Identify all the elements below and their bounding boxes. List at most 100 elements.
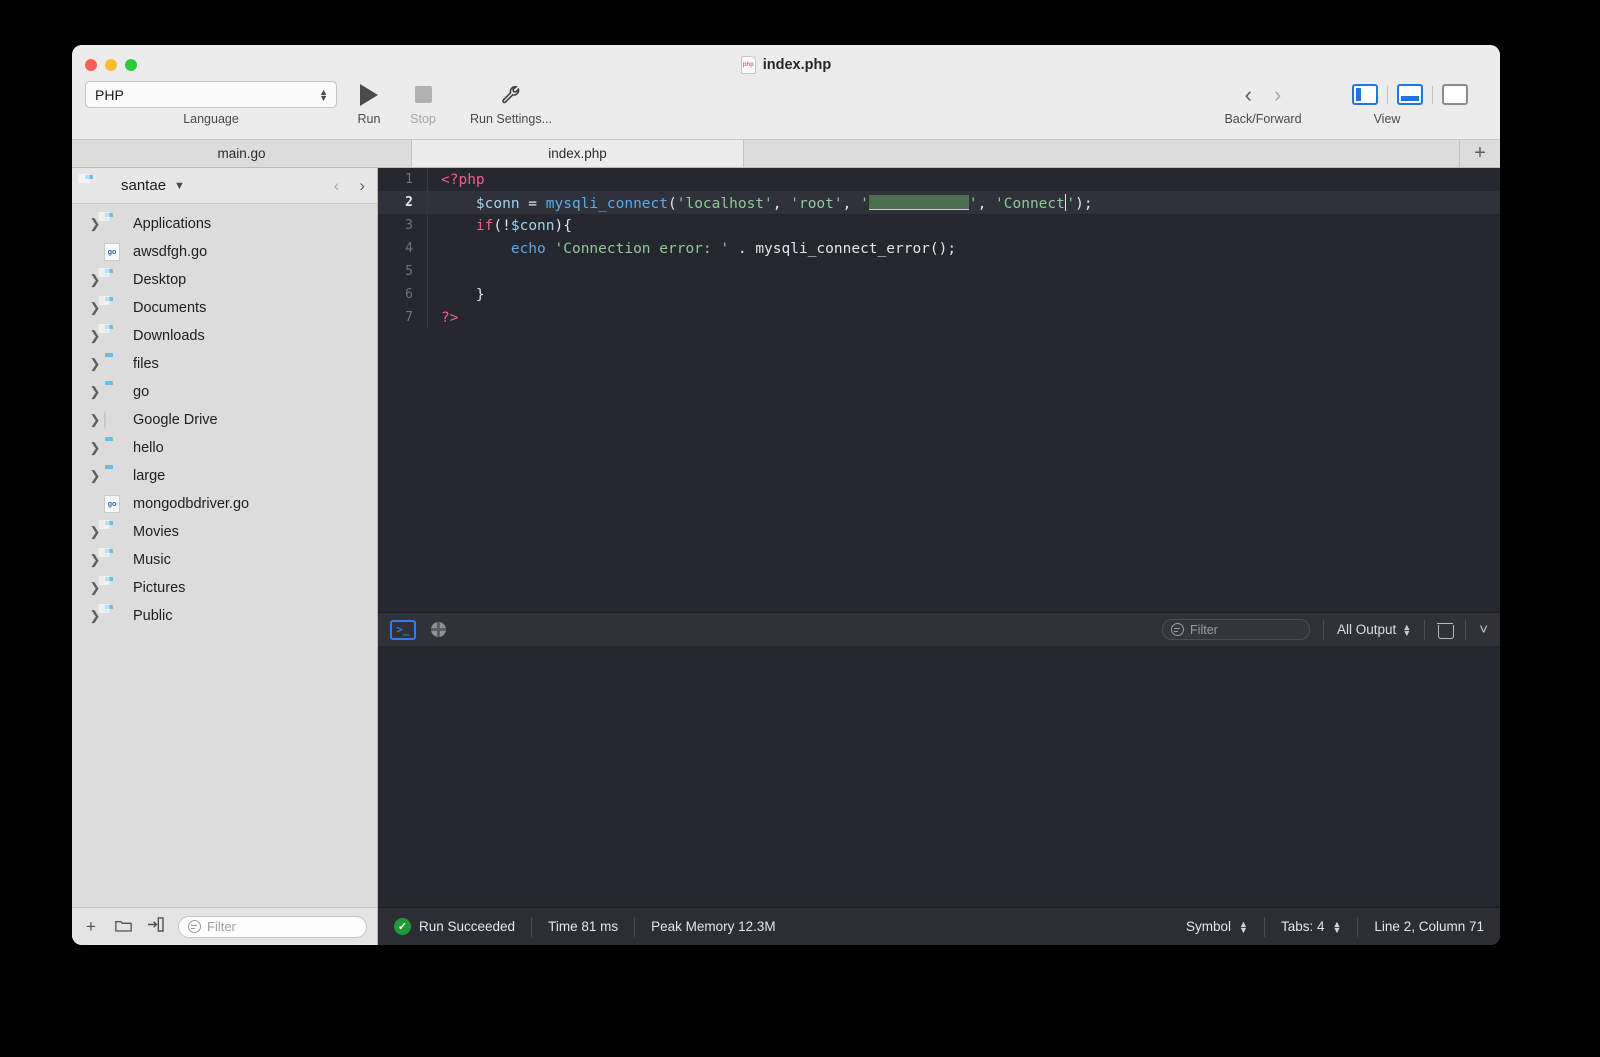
chevron-updown-icon: ▲ ▼: [1239, 918, 1248, 935]
file-tree-row[interactable]: ❯ large: [72, 462, 377, 490]
window-title-text: index.php: [762, 57, 832, 73]
chevron-down-icon[interactable]: ▼: [174, 180, 185, 192]
code-line[interactable]: 1 <?php: [378, 168, 1500, 191]
code-line[interactable]: 5: [378, 260, 1500, 283]
disclosure-chevron-icon[interactable]: ❯: [86, 412, 104, 428]
new-tab-button[interactable]: +: [1460, 140, 1500, 167]
code-token: mysqli_connect_error: [755, 240, 930, 257]
file-tree-row[interactable]: ❯ Pictures: [72, 574, 377, 602]
file-tree-row[interactable]: ❯gomongodbdriver.go: [72, 490, 377, 518]
import-button[interactable]: [146, 916, 164, 937]
console-divider: [1424, 619, 1426, 640]
folder-icon: [98, 547, 124, 568]
filter-icon: [1171, 623, 1185, 636]
code-token: ,: [977, 195, 996, 212]
sidebar-back-button[interactable]: ‹: [334, 175, 340, 197]
run-settings-button[interactable]: [455, 81, 567, 108]
toolbar: php index.php PHP ▲▼ Language Run Stop: [72, 45, 1500, 140]
file-tree-label: Pictures: [133, 580, 186, 596]
folder-icon: [98, 295, 124, 316]
stop-group: Stop: [403, 81, 443, 126]
code-editor[interactable]: 1 <?php 2 $conn = mysqli_connect('localhos…: [378, 168, 1500, 612]
disclosure-chevron-icon[interactable]: ❯: [86, 384, 104, 400]
sidebar-filter-input[interactable]: Filter: [178, 915, 367, 938]
tab-label: main.go: [217, 146, 266, 161]
browser-tab-button[interactable]: [425, 620, 451, 640]
code-token: );: [1075, 195, 1093, 212]
file-tree-row[interactable]: ❯ Desktop: [72, 266, 377, 294]
output-selector[interactable]: All Output ▲ ▼: [1337, 622, 1411, 637]
php-file-icon: php: [740, 56, 756, 74]
disclosure-chevron-icon[interactable]: ❯: [86, 468, 104, 484]
code-line[interactable]: 7 ?>: [378, 306, 1500, 329]
disclosure-chevron-icon[interactable]: ❯: [86, 356, 104, 372]
tabs-selector[interactable]: Tabs: 4 ▲ ▼: [1265, 917, 1357, 937]
file-tree-row[interactable]: ❯ Documents: [72, 294, 377, 322]
code-line-text: <?php: [428, 172, 485, 188]
file-tree-row[interactable]: ❯ Movies: [72, 518, 377, 546]
code-token: echo: [510, 240, 546, 257]
sidebar-forward-button[interactable]: ›: [359, 175, 365, 197]
folder-icon: [98, 603, 124, 624]
symbol-label: Symbol: [1186, 919, 1232, 934]
play-triangle-icon: [360, 83, 378, 106]
code-token: ?>: [441, 309, 459, 326]
back-button[interactable]: ‹: [1245, 83, 1252, 106]
add-file-button[interactable]: +: [82, 917, 100, 937]
tab-index-php[interactable]: index.php: [412, 140, 744, 167]
language-caption: Language: [183, 112, 239, 126]
file-tree-row[interactable]: ❯ files: [72, 350, 377, 378]
toggle-bottom-panel-button[interactable]: [1397, 84, 1423, 105]
view-divider: [1387, 85, 1388, 104]
file-tree-row[interactable]: ❯ Music: [72, 546, 377, 574]
language-select[interactable]: PHP ▲ ▼: [85, 81, 337, 108]
main-body: santae ▼ ‹ › ❯Applications❯goawsdfgh.go❯…: [72, 168, 1500, 945]
folder-icon: [98, 575, 124, 596]
file-tree-row[interactable]: ❯ Downloads: [72, 322, 377, 350]
file-tree-row[interactable]: ❯ hello: [72, 434, 377, 462]
run-group: Run: [349, 81, 389, 126]
file-tree-row[interactable]: ❯ Applications: [72, 210, 377, 238]
file-tree-label: Documents: [133, 300, 207, 316]
file-tree-row[interactable]: ❯ Public: [72, 602, 377, 630]
console-toolbar: >_ Filter All Output ▲ ▼ ˅: [378, 612, 1500, 646]
folder-icon: [104, 440, 124, 456]
file-tree-label: Music: [133, 552, 171, 568]
file-tree-row[interactable]: ❯ go: [72, 378, 377, 406]
code-line[interactable]: 3 if(!$conn){: [378, 214, 1500, 237]
code-line[interactable]: 6 }: [378, 283, 1500, 306]
code-line[interactable]: 2 $conn = mysqli_connect('localhost', 'r…: [378, 191, 1500, 214]
stop-button[interactable]: [403, 81, 443, 108]
code-token: $conn: [510, 217, 555, 234]
new-folder-button[interactable]: [114, 917, 132, 937]
folder-icon: [104, 356, 124, 372]
go-file-icon: go: [104, 495, 124, 513]
line-number: 4: [378, 237, 428, 260]
go-file-icon: go: [104, 243, 124, 261]
collapse-console-button[interactable]: ˅: [1479, 621, 1488, 638]
disclosure-chevron-icon[interactable]: ❯: [86, 440, 104, 456]
file-tree-row[interactable]: ❯ Google Drive: [72, 406, 377, 434]
tab-main-go[interactable]: main.go: [72, 140, 412, 167]
code-token: ,: [772, 195, 791, 212]
symbol-selector[interactable]: Symbol ▲ ▼: [1170, 917, 1264, 937]
toggle-left-sidebar-button[interactable]: [1352, 84, 1378, 105]
line-number: 1: [378, 168, 428, 191]
toggle-right-sidebar-button[interactable]: [1442, 84, 1468, 105]
run-settings-group: Run Settings...: [455, 81, 567, 126]
clear-console-button[interactable]: [1437, 622, 1455, 639]
code-token: ){: [554, 217, 572, 234]
folder-icon: [104, 468, 124, 484]
forward-button[interactable]: ›: [1274, 83, 1281, 106]
code-line[interactable]: 4 echo 'Connection error: ' . mysqli_con…: [378, 237, 1500, 260]
console-filter-input[interactable]: Filter: [1162, 619, 1311, 640]
home-folder-icon: [78, 173, 104, 194]
run-button[interactable]: [349, 81, 389, 108]
folder-icon: [98, 211, 124, 232]
terminal-icon: >_: [396, 623, 410, 636]
terminal-tab-button[interactable]: >_: [390, 619, 416, 640]
file-tree-row[interactable]: ❯goawsdfgh.go: [72, 238, 377, 266]
